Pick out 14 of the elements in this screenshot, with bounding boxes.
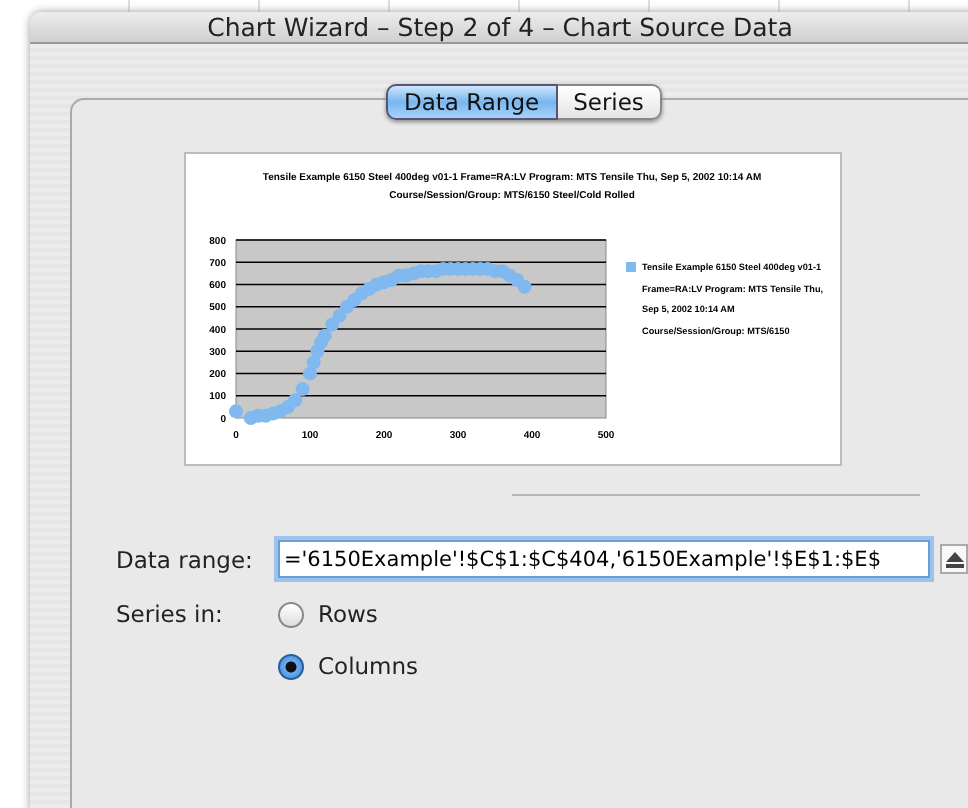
radio-label: Columns [318, 652, 419, 680]
radio-button[interactable] [278, 601, 304, 627]
tab[interactable]: Series [557, 84, 662, 120]
radio-label: Rows [318, 600, 378, 628]
data-range-field[interactable]: ='6150Example'!$C$1:$C$404,'6150Example'!$E$1:$E$ [278, 540, 930, 578]
collapse-icon [945, 551, 963, 567]
window-title: Chart Wizard – Step 2 of 4 – Chart Source Data [207, 12, 793, 42]
collapse-button[interactable] [940, 544, 968, 574]
radio-option[interactable]: Columns [278, 652, 419, 680]
radio-button[interactable] [278, 653, 304, 679]
radio-option[interactable]: Rows [278, 600, 419, 628]
field-label: Data range: [116, 545, 255, 573]
field-label: Series in: [116, 600, 225, 628]
tab[interactable]: Data Range [386, 84, 558, 120]
